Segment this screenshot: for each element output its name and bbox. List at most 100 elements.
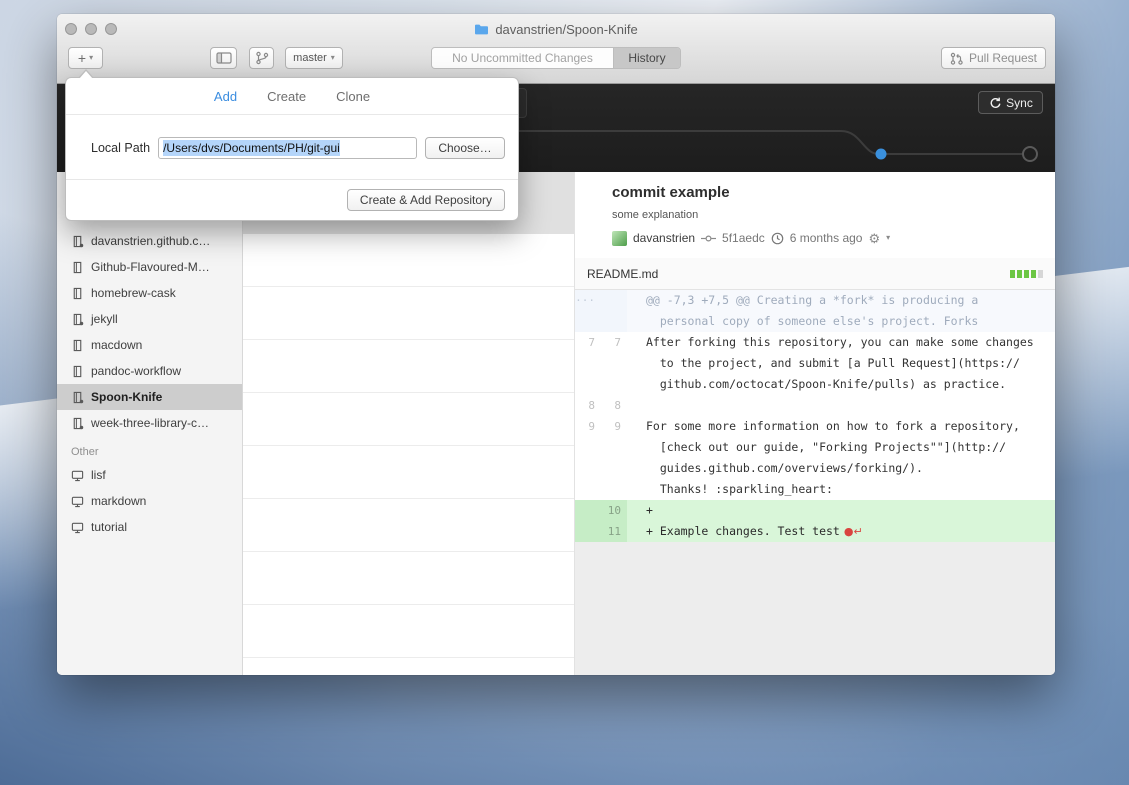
old-line-number bbox=[575, 500, 601, 521]
diff-filename: README.md bbox=[587, 267, 658, 281]
repo-item-lisf[interactable]: lisf bbox=[57, 462, 242, 488]
repo-item-week-three-library[interactable]: week-three-library-c… bbox=[57, 410, 242, 436]
plus-icon: + bbox=[78, 51, 86, 65]
sync-icon bbox=[988, 96, 1001, 109]
repo-icon bbox=[71, 287, 84, 300]
selected-commit-dot[interactable] bbox=[876, 149, 887, 160]
repo-item-jekyll[interactable]: jekyll bbox=[57, 306, 242, 332]
local-path-value: /Users/dvs/Documents/PH/git-gui bbox=[163, 140, 340, 156]
divider bbox=[66, 179, 518, 180]
diff-line-text: + Example changes. Test test●↵ bbox=[627, 521, 1055, 542]
tab-create[interactable]: Create bbox=[267, 89, 306, 104]
old-line-number: 7 bbox=[575, 332, 601, 353]
gear-icon[interactable]: ⚙ bbox=[868, 232, 880, 245]
repo-item-label: pandoc-workflow bbox=[91, 364, 181, 378]
diff-row-context: 8 8 bbox=[575, 395, 1055, 416]
old-line-number bbox=[575, 374, 601, 395]
commit-list-row bbox=[243, 658, 574, 675]
commit-list-row bbox=[243, 552, 574, 605]
repo-item-spoon-knife[interactable]: Spoon-Knife bbox=[57, 384, 242, 410]
repo-item-label: tutorial bbox=[91, 520, 127, 534]
desktop-background: davanstrien/Spoon-Knife + ▾ bbox=[0, 0, 1129, 785]
diff-row-hunk: personal copy of someone else's project.… bbox=[575, 311, 1055, 332]
create-add-repository-button[interactable]: Create & Add Repository bbox=[347, 189, 505, 211]
repo-item-pandoc-workflow[interactable]: pandoc-workflow bbox=[57, 358, 242, 384]
chevron-down-icon[interactable]: ▾ bbox=[886, 234, 890, 242]
old-line-number bbox=[575, 437, 601, 458]
commit-title: commit example bbox=[612, 184, 730, 201]
choose-button[interactable]: Choose… bbox=[425, 137, 505, 159]
old-line-number: 9 bbox=[575, 416, 601, 437]
new-line-number bbox=[601, 374, 627, 395]
new-line-number: 10 bbox=[601, 500, 627, 521]
chevron-down-icon: ▾ bbox=[89, 54, 93, 62]
repo-item-macdown[interactable]: macdown bbox=[57, 332, 242, 358]
repo-item-label: jekyll bbox=[91, 312, 118, 326]
clock-icon bbox=[771, 232, 784, 245]
diff-line-text: + Example changes. Test test bbox=[646, 524, 840, 538]
commit-header: commit example some explanation davanstr… bbox=[575, 172, 1055, 259]
repo-item-homebrew-cask[interactable]: homebrew-cask bbox=[57, 280, 242, 306]
diffstat-added-block bbox=[1010, 270, 1015, 278]
repo-icon bbox=[71, 339, 84, 352]
new-line-number: 8 bbox=[601, 395, 627, 416]
repo-item-label: markdown bbox=[91, 494, 146, 508]
diffstat-neutral-block bbox=[1038, 270, 1043, 278]
new-line-number bbox=[601, 437, 627, 458]
diffstat-added-block bbox=[1017, 270, 1022, 278]
commit-list-row bbox=[243, 446, 574, 499]
sync-label: Sync bbox=[1006, 96, 1033, 110]
diff-row-context: [check out our guide, "Forking Projects"… bbox=[575, 437, 1055, 458]
new-line-number bbox=[601, 479, 627, 500]
divider bbox=[66, 114, 518, 115]
branch-button[interactable] bbox=[249, 47, 274, 69]
diff-row-added: 11 + Example changes. Test test●↵ bbox=[575, 521, 1055, 542]
minimize-button[interactable] bbox=[85, 23, 97, 35]
diff-row-context: to the project, and submit [a Pull Reque… bbox=[575, 353, 1055, 374]
layout-toggle-button[interactable] bbox=[210, 47, 237, 69]
repo-forked-icon bbox=[71, 391, 84, 404]
repo-item-markdown[interactable]: markdown bbox=[57, 488, 242, 514]
diff-line-text: personal copy of someone else's project.… bbox=[627, 311, 1055, 332]
diff-row-hunk: ··· @@ -7,3 +7,5 @@ Creating a *fork* is… bbox=[575, 290, 1055, 311]
commit-meta: davanstrien 5f1aedc 6 months ago ⚙ ▾ bbox=[612, 228, 890, 248]
diff-line-text: @@ -7,3 +7,5 @@ Creating a *fork* is pro… bbox=[627, 290, 1055, 311]
new-line-number bbox=[601, 311, 627, 332]
repo-item-label: lisf bbox=[91, 468, 106, 482]
diff-line-text: to the project, and submit [a Pull Reque… bbox=[627, 353, 1055, 374]
commit-graph[interactable] bbox=[519, 124, 1055, 172]
repo-item-github-flavoured-m[interactable]: Github-Flavoured-M… bbox=[57, 254, 242, 280]
commit-sha[interactable]: 5f1aedc bbox=[722, 231, 765, 245]
window-chrome: davanstrien/Spoon-Knife + ▾ bbox=[57, 14, 1055, 84]
close-button[interactable] bbox=[65, 23, 77, 35]
add-repository-button[interactable]: + ▾ bbox=[68, 47, 103, 69]
diff-row-context: 7 7 After forking this repository, you c… bbox=[575, 332, 1055, 353]
diff-file-header[interactable]: README.md bbox=[575, 258, 1055, 290]
tab-no-uncommitted-changes[interactable]: No Uncommitted Changes bbox=[432, 48, 613, 68]
author-avatar bbox=[612, 231, 627, 246]
repo-item-label: homebrew-cask bbox=[91, 286, 176, 300]
github-desktop-window: davanstrien/Spoon-Knife + ▾ bbox=[57, 14, 1055, 675]
zoom-button[interactable] bbox=[105, 23, 117, 35]
pull-request-button[interactable]: Pull Request bbox=[941, 47, 1046, 69]
repo-item-davanstrien-github[interactable]: davanstrien.github.c… bbox=[57, 228, 242, 254]
new-line-number: 7 bbox=[601, 332, 627, 353]
sync-button[interactable]: Sync bbox=[978, 91, 1043, 114]
tab-add[interactable]: Add bbox=[214, 89, 237, 104]
popover-tabs: Add Create Clone bbox=[66, 78, 518, 104]
tab-clone[interactable]: Clone bbox=[336, 89, 370, 104]
commit-detail-panel: commit example some explanation davanstr… bbox=[575, 172, 1055, 675]
repo-item-label: Spoon-Knife bbox=[91, 390, 162, 404]
computer-icon bbox=[71, 521, 84, 534]
repo-item-tutorial[interactable]: tutorial bbox=[57, 514, 242, 540]
window-title: davanstrien/Spoon-Knife bbox=[495, 22, 637, 37]
commit-node-ring[interactable] bbox=[1023, 147, 1037, 161]
diff-line-text: + bbox=[627, 500, 1055, 521]
tab-history[interactable]: History bbox=[613, 48, 680, 68]
local-path-row: Local Path /Users/dvs/Documents/PH/git-g… bbox=[91, 137, 505, 159]
local-path-input[interactable]: /Users/dvs/Documents/PH/git-gui bbox=[158, 137, 417, 159]
new-line-number bbox=[601, 353, 627, 374]
branch-dropdown[interactable]: master ▾ bbox=[285, 47, 343, 69]
diff-row-context: 9 9 For some more information on how to … bbox=[575, 416, 1055, 437]
new-line-number bbox=[601, 290, 627, 311]
